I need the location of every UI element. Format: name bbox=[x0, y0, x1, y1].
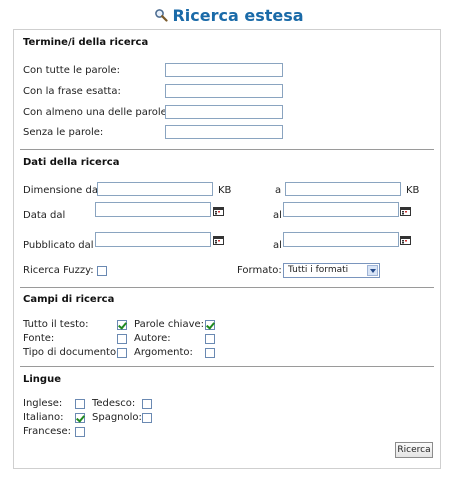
section-divider bbox=[20, 149, 434, 150]
calendar-icon[interactable] bbox=[400, 207, 411, 216]
lang-label-german: Tedesco: bbox=[92, 398, 136, 409]
field-label-keywords: Parole chiave: bbox=[134, 319, 205, 330]
size-from-input[interactable] bbox=[97, 182, 213, 196]
any-words-input[interactable] bbox=[165, 105, 283, 119]
date-to-label: al bbox=[273, 210, 282, 221]
published-to-input[interactable] bbox=[283, 232, 399, 247]
format-select[interactable]: Tutti i formati bbox=[283, 263, 380, 278]
date-from-label: Data dal bbox=[23, 210, 66, 221]
magnifier-icon bbox=[154, 7, 169, 22]
section-title-fields: Campi di ricerca bbox=[23, 294, 115, 305]
section-title-data: Dati della ricerca bbox=[23, 157, 120, 168]
lang-checkbox-english[interactable] bbox=[75, 399, 85, 409]
without-words-label: Senza le parole: bbox=[23, 127, 104, 138]
section-title-languages: Lingue bbox=[23, 374, 61, 385]
field-checkbox-source[interactable] bbox=[117, 334, 127, 344]
published-to-label: al bbox=[273, 240, 282, 251]
lang-checkbox-french[interactable] bbox=[75, 427, 85, 437]
search-button[interactable]: Ricerca bbox=[395, 442, 433, 458]
size-from-label: Dimensione da bbox=[23, 185, 98, 196]
calendar-icon[interactable] bbox=[213, 236, 224, 245]
lang-label-spanish: Spagnolo: bbox=[92, 412, 142, 423]
format-select-value: Tutti i formati bbox=[288, 265, 349, 275]
all-words-input[interactable] bbox=[165, 63, 283, 77]
date-to-input[interactable] bbox=[283, 202, 399, 217]
chevron-down-icon[interactable] bbox=[367, 265, 378, 276]
lang-label-french: Francese: bbox=[23, 426, 71, 437]
exact-phrase-label: Con la frase esatta: bbox=[23, 86, 121, 97]
field-label-source: Fonte: bbox=[23, 333, 55, 344]
calendar-icon[interactable] bbox=[400, 236, 411, 245]
date-from-input[interactable] bbox=[95, 202, 211, 217]
lang-label-italian: Italiano: bbox=[23, 412, 64, 423]
published-from-input[interactable] bbox=[95, 232, 211, 247]
field-checkbox-full-text[interactable] bbox=[117, 320, 127, 330]
calendar-icon[interactable] bbox=[213, 207, 224, 216]
section-divider bbox=[20, 287, 434, 288]
fuzzy-checkbox[interactable] bbox=[97, 266, 107, 276]
page-title: Ricerca estesa bbox=[0, 6, 458, 25]
any-words-label: Con almeno una delle parole: bbox=[23, 107, 171, 118]
section-title-terms: Termine/i della ricerca bbox=[23, 37, 149, 48]
field-label-doc-type: Tipo di documento: bbox=[23, 347, 120, 358]
section-divider bbox=[20, 366, 434, 367]
lang-label-english: Inglese: bbox=[23, 398, 63, 409]
all-words-label: Con tutte le parole: bbox=[23, 65, 120, 76]
lang-checkbox-german[interactable] bbox=[142, 399, 152, 409]
published-from-label: Pubblicato dal bbox=[23, 240, 94, 251]
size-to-unit: KB bbox=[406, 185, 420, 196]
lang-checkbox-italian[interactable] bbox=[75, 413, 85, 423]
lang-checkbox-spanish[interactable] bbox=[142, 413, 152, 423]
size-to-input[interactable] bbox=[285, 182, 401, 196]
field-checkbox-topic[interactable] bbox=[205, 348, 215, 358]
field-label-full-text: Tutto il testo: bbox=[23, 319, 89, 330]
page-title-text: Ricerca estesa bbox=[172, 6, 304, 25]
field-checkbox-doc-type[interactable] bbox=[117, 348, 127, 358]
field-label-topic: Argomento: bbox=[134, 347, 193, 358]
field-checkbox-keywords[interactable] bbox=[205, 320, 215, 330]
fuzzy-label: Ricerca Fuzzy: bbox=[23, 265, 94, 276]
format-label: Formato: bbox=[237, 265, 282, 276]
field-label-author: Autore: bbox=[134, 333, 171, 344]
size-from-unit: KB bbox=[218, 185, 232, 196]
size-to-label: a bbox=[275, 185, 282, 196]
exact-phrase-input[interactable] bbox=[165, 84, 283, 98]
without-words-input[interactable] bbox=[165, 125, 283, 139]
field-checkbox-author[interactable] bbox=[205, 334, 215, 344]
